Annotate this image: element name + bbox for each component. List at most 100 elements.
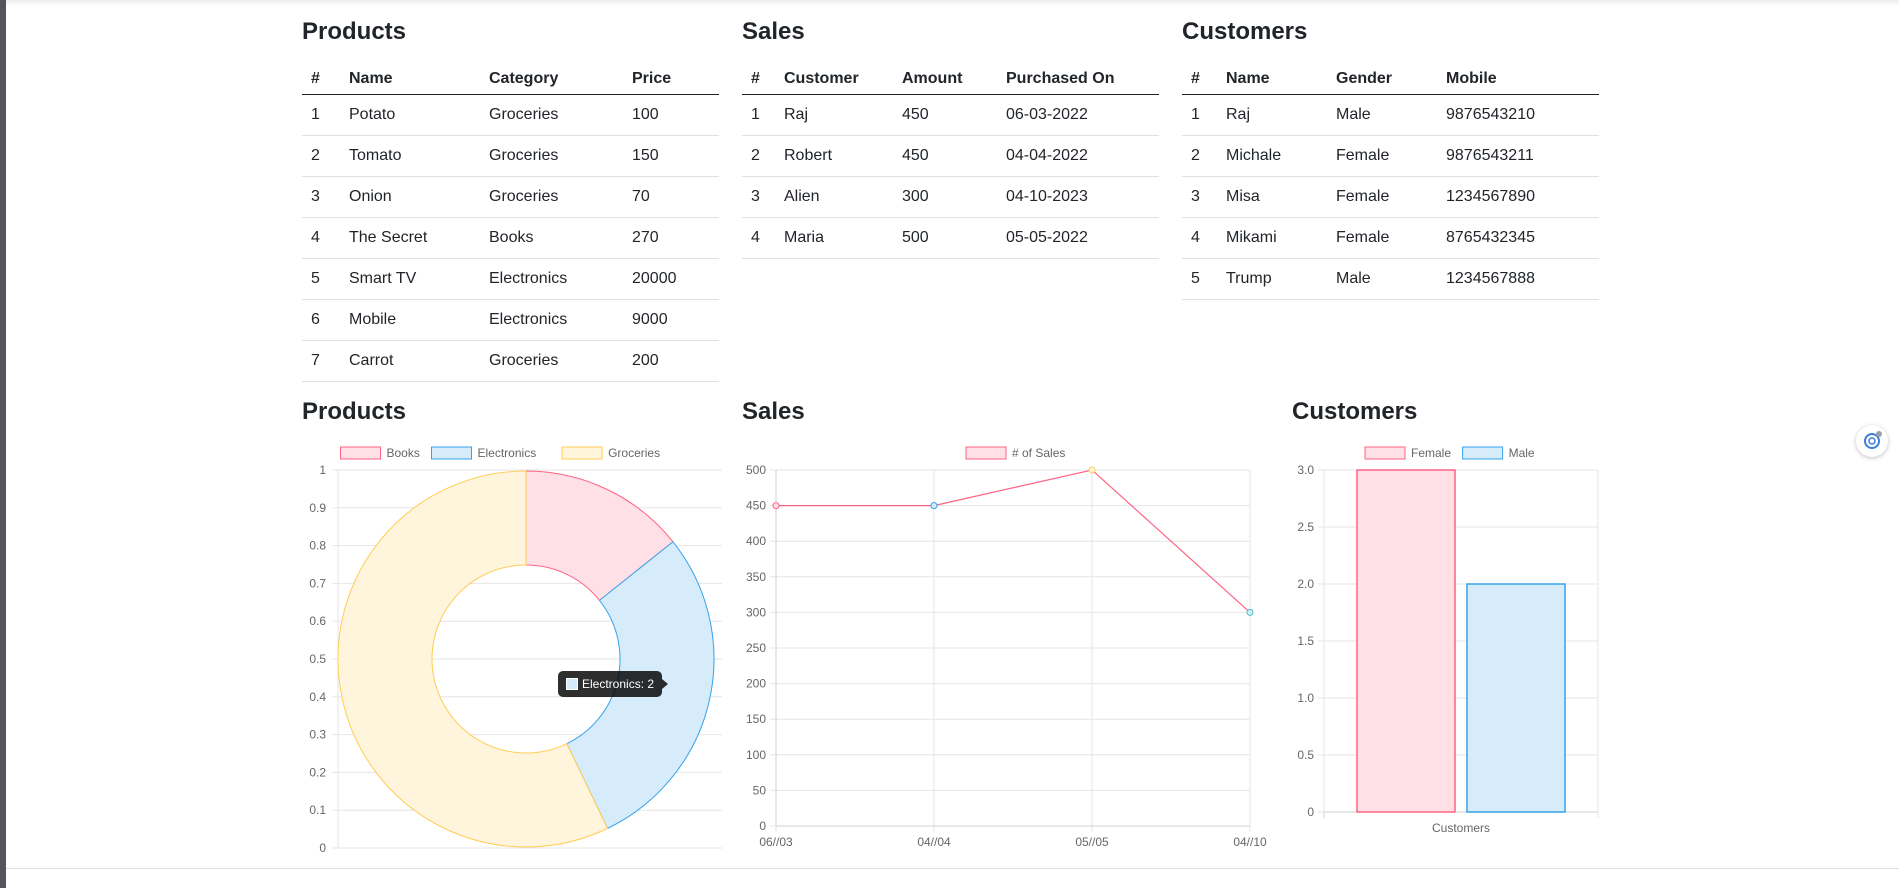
cell: The Secret <box>340 217 480 259</box>
y-tick-label: 50 <box>753 783 767 797</box>
cell: Michale <box>1217 135 1327 177</box>
x-tick-label: Customers <box>1432 821 1490 835</box>
customers-table-header: # Name Gender Mobile <box>1182 64 1599 95</box>
legend-label: Male <box>1509 446 1535 460</box>
y-tick-label: 0 <box>759 819 766 833</box>
cell: Alien <box>775 176 893 218</box>
table-row: 7 Carrot Groceries 200 <box>302 340 719 382</box>
col-header: Customer <box>775 64 893 95</box>
bar-male <box>1466 583 1566 813</box>
products-doughnut-chart[interactable]: Books Electronics Groceries 0 0.1 0.2 0.3 0.4 0.… <box>302 438 722 855</box>
y-tick-label: 400 <box>746 534 766 548</box>
products-chart-title: Products <box>302 398 407 425</box>
products-table: # Name Category Price 1 Potato Groceries 10… <box>302 64 719 382</box>
cell: 3 <box>1182 176 1217 218</box>
cell: Carrot <box>340 340 480 382</box>
table-row: 1 Raj Male 9876543210 <box>1182 94 1599 136</box>
y-tick-label: 200 <box>746 677 766 691</box>
y-tick-label: 150 <box>746 712 766 726</box>
table-row: 3 Onion Groceries 70 <box>302 176 719 218</box>
col-header: Gender <box>1327 64 1437 95</box>
cell: Maria <box>775 217 893 259</box>
y-tick-label: 0.6 <box>309 614 326 628</box>
cell: Electronics <box>480 299 623 341</box>
y-tick-label: 500 <box>746 463 766 477</box>
assistant-extension-icon[interactable] <box>1856 425 1888 457</box>
cell: 450 <box>893 135 997 177</box>
cell: Female <box>1327 176 1437 218</box>
cell: Potato <box>340 94 480 136</box>
cell: 2 <box>302 135 340 177</box>
cell: 6 <box>302 299 340 341</box>
y-tick-label: 0 <box>1307 805 1314 819</box>
y-tick-label: 0.5 <box>1297 748 1314 762</box>
table-row: 3 Alien 300 04-10-2023 <box>742 176 1159 218</box>
data-point <box>772 502 780 510</box>
cell: 4 <box>302 217 340 259</box>
cell: Robert <box>775 135 893 177</box>
cell: Groceries <box>480 135 623 177</box>
y-tick-label: 2.0 <box>1297 577 1314 591</box>
cell: 5 <box>1182 258 1217 300</box>
cell: 8765432345 <box>1437 217 1599 259</box>
y-tick-label: 450 <box>746 499 766 513</box>
y-tick-label: 1 <box>319 463 326 477</box>
cell: Groceries <box>480 176 623 218</box>
sales-chart-title: Sales <box>742 398 805 425</box>
table-row: 1 Potato Groceries 100 <box>302 94 719 136</box>
col-header: Mobile <box>1437 64 1599 95</box>
cell: Mobile <box>340 299 480 341</box>
legend-swatch <box>340 446 381 460</box>
cell: 9000 <box>623 299 719 341</box>
cell: 05-05-2022 <box>997 217 1159 259</box>
col-header: Amount <box>893 64 997 95</box>
col-header: Name <box>340 64 480 95</box>
legend-label: Books <box>387 446 420 460</box>
cell: 04-10-2023 <box>997 176 1159 218</box>
y-tick-label: 0.8 <box>309 539 326 553</box>
chart-tooltip: Electronics: 2 <box>558 671 669 697</box>
cell: 150 <box>623 135 719 177</box>
col-header: # <box>1182 64 1217 95</box>
cell: 2 <box>742 135 775 177</box>
cell: 1 <box>1182 94 1217 136</box>
cell: 270 <box>623 217 719 259</box>
cell: Smart TV <box>340 258 480 300</box>
sales-table-header: # Customer Amount Purchased On <box>742 64 1159 95</box>
col-header: Category <box>480 64 623 95</box>
y-tick-label: 0.3 <box>309 728 326 742</box>
cell: 1 <box>742 94 775 136</box>
y-tick-label: 1.5 <box>1297 634 1314 648</box>
y-tick-label: 100 <box>746 748 766 762</box>
x-tick-label: 06//03 <box>759 835 793 849</box>
customers-bar-chart[interactable]: Female Male 0 0.5 1.0 1.5 2.0 2.5 3.0 Customers <box>1292 438 1608 848</box>
y-tick-label: 0 <box>319 841 326 855</box>
tooltip-swatch <box>566 678 578 690</box>
legend-label: Electronics <box>478 446 537 460</box>
sales-line-chart[interactable]: # of Sales 0 50 100 150 200 250 300 350 400 450 500… <box>742 438 1274 858</box>
cell: 7 <box>302 340 340 382</box>
cell: Misa <box>1217 176 1327 218</box>
x-tick-label: 04//04 <box>917 835 951 849</box>
cell: 04-04-2022 <box>997 135 1159 177</box>
legend-label: Female <box>1411 446 1451 460</box>
products-table-header: # Name Category Price <box>302 64 719 95</box>
cell: Raj <box>775 94 893 136</box>
col-header: # <box>302 64 340 95</box>
cell: 70 <box>623 176 719 218</box>
x-tick-label: 04//10 <box>1233 835 1267 849</box>
table-row: 2 Tomato Groceries 150 <box>302 135 719 177</box>
cell: 200 <box>623 340 719 382</box>
cell: 9876543210 <box>1437 94 1599 136</box>
customers-table: # Name Gender Mobile 1 Raj Male 9876543210 … <box>1182 64 1599 300</box>
data-point <box>1088 466 1096 474</box>
footer-divider <box>6 868 1899 869</box>
y-tick-label: 300 <box>746 605 766 619</box>
legend-swatch <box>965 446 1007 460</box>
cell: Trump <box>1217 258 1327 300</box>
cell: Female <box>1327 217 1437 259</box>
products-table-title: Products <box>302 18 407 45</box>
legend-swatch <box>1462 446 1504 460</box>
col-header: # <box>742 64 775 95</box>
table-row: 5 Smart TV Electronics 20000 <box>302 258 719 300</box>
